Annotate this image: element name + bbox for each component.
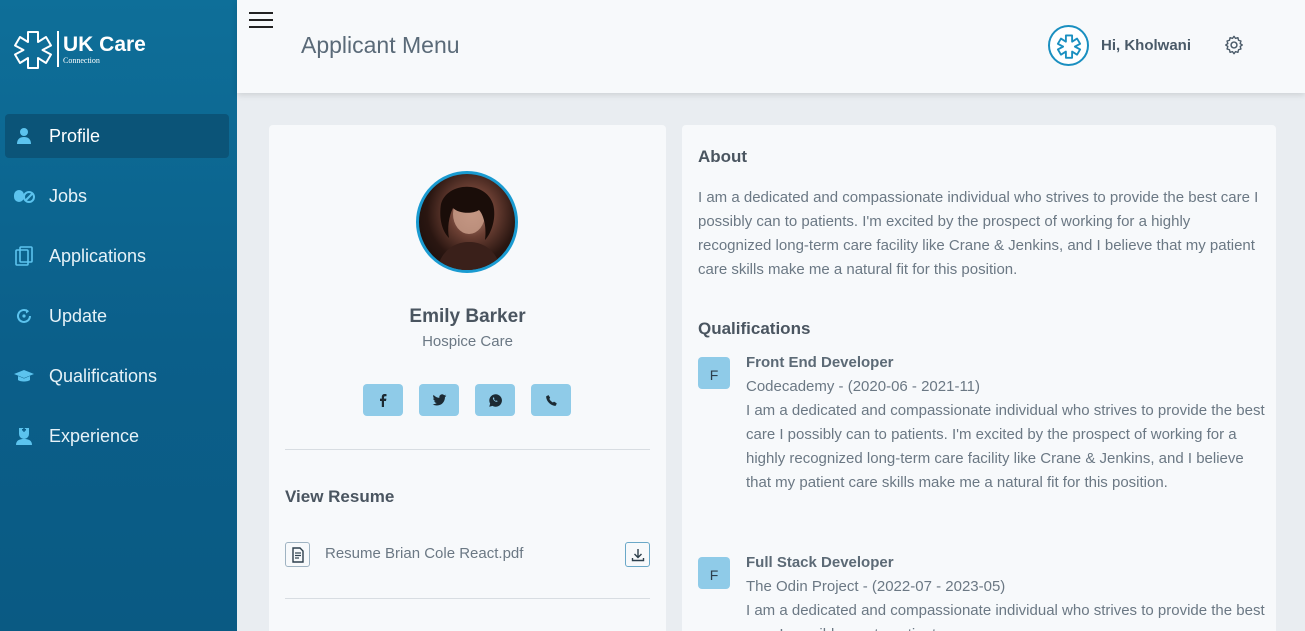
resume-file-link[interactable]: Resume Brian Cole React.pdf [325,545,523,562]
qualifications-heading: Qualifications [698,319,811,338]
document-icon [285,542,310,567]
phone-button[interactable] [531,384,571,416]
qualification-description: I am a dedicated and compassionate indiv… [746,602,1265,631]
about-text: I am a dedicated and compassionate indiv… [698,189,1259,278]
sidebar-item-applications[interactable]: Applications [5,234,229,278]
sidebar-item-label: Experience [49,425,140,446]
graduation-cap-icon [13,365,35,387]
brand-title: UK Care [63,32,146,56]
about-card: About I am a dedicated and compassionate… [682,125,1276,631]
profile-card: Emily Barker Hospice Care View Resume Re… [269,125,666,631]
medical-cross-logo-icon [14,31,52,69]
sidebar-item-update[interactable]: Update [5,294,229,338]
documents-icon [13,245,35,267]
qualification-title: Front End Developer [746,354,894,371]
sidebar-item-label: Update [49,305,108,326]
twitter-icon [432,393,446,405]
applicant-name: Emily Barker [409,306,526,327]
sidebar-item-label: Profile [49,125,101,146]
download-button[interactable] [625,542,650,567]
sidebar-item-qualifications[interactable]: Qualifications [5,354,229,398]
twitter-button[interactable] [419,384,459,416]
pills-icon [13,185,35,207]
resume-heading: View Resume [285,487,395,506]
sidebar-item-profile[interactable]: Profile [5,114,229,158]
whatsapp-icon [488,393,502,407]
divider [285,449,650,450]
hamburger-menu-icon[interactable] [249,12,273,30]
about-heading: About [698,147,748,166]
user-icon [13,125,35,147]
qualification-badge: F [698,357,730,389]
page-title: Applicant Menu [301,32,460,58]
social-links [363,384,587,416]
user-avatar[interactable] [1048,25,1089,66]
download-icon [631,548,644,561]
sidebar-nav: Profile Jobs Applications Update Qualifi… [5,114,229,474]
brand-subtitle: Connection [63,55,100,65]
applicant-role: Hospice Care [422,333,513,350]
qualification-description: I am a dedicated and compassionate indiv… [746,402,1265,491]
sidebar-item-experience[interactable]: Experience [5,414,229,458]
refresh-icon [13,305,35,327]
sidebar-item-jobs[interactable]: Jobs [5,174,229,218]
divider [285,598,650,599]
qualification-institution: The Odin Project - (2022-07 - 2023-05) [746,578,1006,595]
sidebar-item-label: Qualifications [49,365,158,386]
portrait-image [437,186,501,270]
qualification-institution: Codecademy - (2020-06 - 2021-11) [746,378,981,395]
qualification-title: Full Stack Developer [746,554,894,571]
qualification-badge: F [698,557,730,589]
facebook-button[interactable] [363,384,403,416]
user-greeting[interactable]: Hi, Kholwani [1101,37,1191,54]
nurse-icon [13,425,35,447]
profile-photo [416,171,518,273]
sidebar-item-label: Jobs [49,185,88,206]
brand-logo[interactable]: UK Care Connection [12,28,146,70]
gear-icon[interactable] [1223,34,1245,56]
sidebar-item-label: Applications [49,245,147,266]
sidebar: UK Care Connection Profile Jobs Applicat… [0,0,237,631]
top-header: Applicant Menu Hi, Kholwani [237,0,1305,93]
facebook-icon [380,394,387,407]
whatsapp-button[interactable] [475,384,515,416]
phone-icon [545,394,557,406]
medical-cross-avatar-icon [1056,34,1081,59]
